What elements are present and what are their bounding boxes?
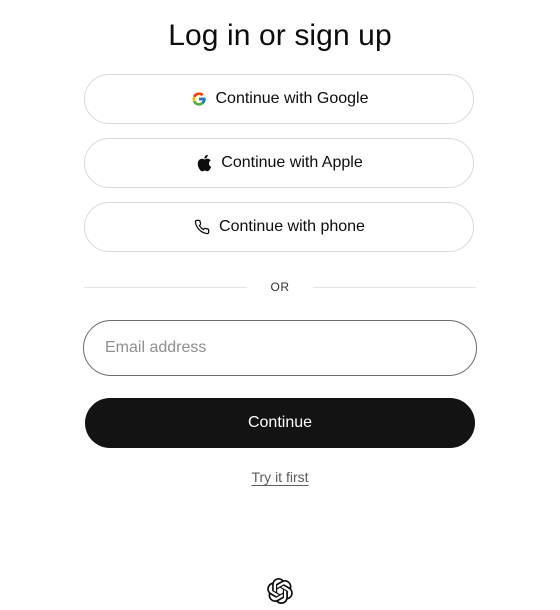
continue-with-google-button[interactable]: Continue with Google <box>84 74 474 124</box>
apple-icon <box>195 154 213 172</box>
phone-button-label: Continue with phone <box>219 218 365 235</box>
or-divider: OR <box>84 277 476 297</box>
divider-line-left <box>84 286 247 288</box>
divider-text: OR <box>270 280 290 294</box>
login-page: Log in or sign up Continue with Google C… <box>0 0 560 610</box>
google-icon <box>190 90 208 108</box>
try-it-first-link[interactable]: Try it first <box>251 469 308 485</box>
divider-line-right <box>313 286 476 288</box>
continue-button[interactable]: Continue <box>85 398 475 448</box>
phone-icon <box>193 218 211 236</box>
apple-button-label: Continue with Apple <box>221 154 363 171</box>
google-button-label: Continue with Google <box>215 90 369 107</box>
continue-with-apple-button[interactable]: Continue with Apple <box>84 138 474 188</box>
continue-with-phone-button[interactable]: Continue with phone <box>84 202 474 252</box>
page-title: Log in or sign up <box>168 19 392 52</box>
email-field[interactable] <box>83 320 477 376</box>
try-it-first-container: Try it first <box>0 469 560 485</box>
openai-logo-icon <box>267 578 293 605</box>
